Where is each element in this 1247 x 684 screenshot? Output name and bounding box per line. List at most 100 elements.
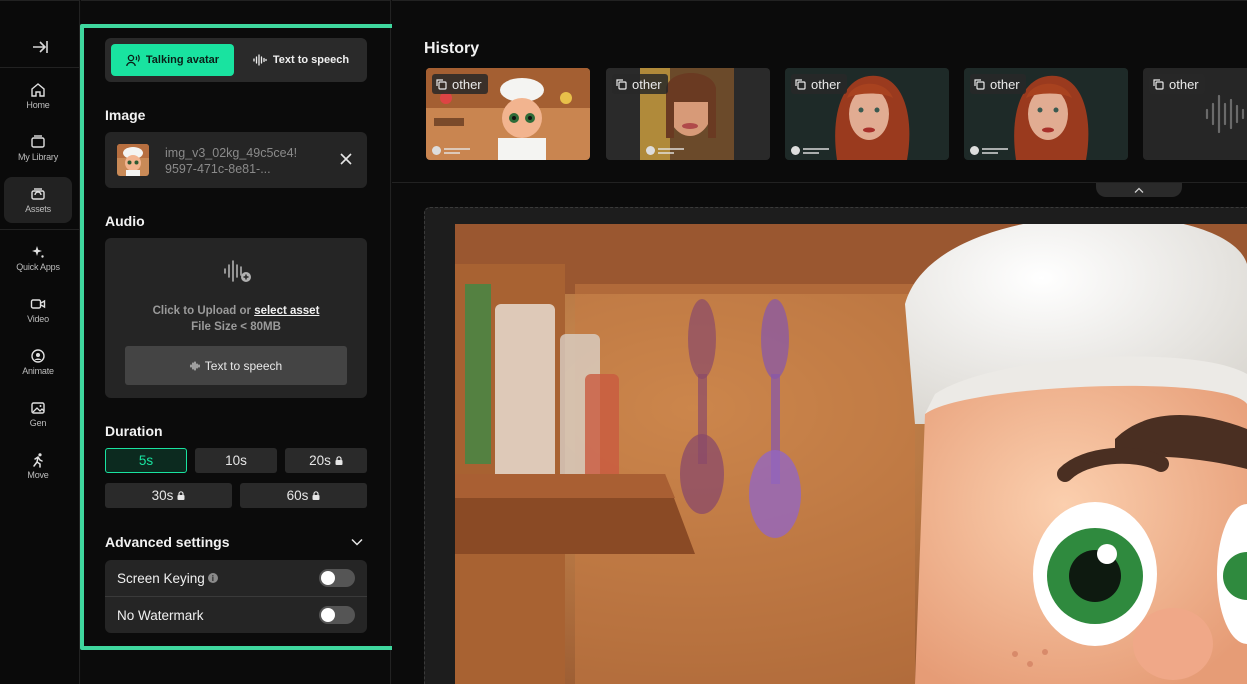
talking-avatar-icon [126,54,140,66]
no-watermark-row: No Watermark [105,597,367,633]
history-watermark [432,146,470,155]
nav-label: Assets [25,204,51,214]
nav-gen[interactable]: Gen [4,391,72,437]
nav-my-library[interactable]: My Library [4,125,72,171]
nav-label: Gen [29,418,47,428]
nav-label: Animate [22,366,54,376]
history-badge: other [612,74,668,94]
upload-prefix: Click to Upload or [152,305,255,317]
close-icon[interactable] [339,152,353,166]
copy-icon [795,78,806,90]
upload-instructions: Click to Upload or select asset File Siz… [105,303,367,335]
collapse-sidebar-button[interactable] [0,39,80,55]
nav-home[interactable]: Home [4,73,72,119]
nav-label: Move [27,470,49,480]
left-nav: Home My Library Assets Quick Apps Video … [0,0,80,684]
no-watermark-label: No Watermark [117,607,204,623]
history-item[interactable]: other [606,68,770,160]
history-item[interactable]: other [1143,68,1247,160]
sparkle-icon [32,246,44,258]
info-icon[interactable]: i [207,573,218,583]
run-icon [33,453,43,468]
screen-keying-toggle[interactable] [319,569,355,587]
preview-image [455,224,1247,684]
history-badge: other [970,74,1026,94]
file-size-hint: File Size < 80MB [191,321,281,333]
copy-icon [616,78,627,90]
image-icon [31,402,45,414]
history-item[interactable]: other [964,68,1128,160]
audio-section-title: Audio [105,213,145,229]
chevron-up-icon [1134,187,1144,193]
history-badge-label: other [990,76,1020,92]
lock-icon [312,491,320,500]
text-to-speech-button-label: Text to speech [204,358,283,373]
video-icon [30,299,46,309]
no-watermark-toggle[interactable] [319,606,355,624]
nav-assets[interactable]: Assets [4,177,72,223]
select-asset-link[interactable]: select asset [254,305,319,317]
duration-option-30s[interactable]: 30s [105,483,232,508]
animate-icon [31,349,45,363]
duration-option-10s[interactable]: 10s [195,448,277,473]
duration-option-60s[interactable]: 60s [240,483,367,508]
nav-quick-apps[interactable]: Quick Apps [4,235,72,281]
image-thumbnail [117,144,149,176]
talking-avatar-label: Talking avatar [145,54,220,66]
history-item[interactable]: other [426,68,590,160]
history-watermark [970,146,1008,155]
nav-move[interactable]: Move [4,443,72,489]
advanced-toggles: Screen Keying i No Watermark [105,560,367,633]
duration-label: 5s [138,453,154,468]
chevron-down-icon[interactable] [351,537,363,547]
history-badge-label: other [1169,76,1199,92]
history-badge: other [791,74,847,94]
image-file-card[interactable]: img_v3_02kg_49c5ce4! 9597-471c-8e81-... [105,132,367,188]
nav-video[interactable]: Video [4,287,72,333]
file-name-line2: 9597-471c-8e81-... [165,162,271,176]
screen-keying-label: Screen Keying [117,570,205,586]
duration-section-title: Duration [105,423,163,439]
text-to-speech-tab[interactable]: Text to speech [240,44,362,76]
collapse-arrow-icon [33,41,48,53]
history-badge-label: other [452,76,482,92]
home-icon [31,83,45,97]
text-to-speech-button[interactable]: Text to speech [125,346,347,385]
nav-label: My Library [17,152,58,162]
duration-option-5s[interactable]: 5s [105,448,187,473]
duration-option-20s[interactable]: 20s [285,448,367,473]
screen-keying-row: Screen Keying i [105,560,367,596]
history-badge-label: other [632,76,662,92]
collapse-history-button[interactable] [1096,183,1182,197]
nav-label: Home [26,100,50,110]
duration-label: 60s [286,488,309,503]
history-watermark [646,146,684,155]
nav-animate[interactable]: Animate [4,339,72,385]
history-badge: other [432,74,488,94]
file-name-line1: img_v3_02kg_49c5ce4! [165,146,298,160]
lock-icon [177,491,185,500]
nav-label: Quick Apps [16,262,60,272]
waveform-icon [253,54,267,66]
mode-switch: Talking avatar Text to speech [105,38,367,82]
audio-upload-area[interactable]: Click to Upload or select asset File Siz… [105,238,367,398]
history-badge-label: other [811,76,841,92]
duration-label: 20s [309,453,331,468]
copy-icon [436,78,447,90]
lock-icon [335,456,343,465]
history-item[interactable]: other [785,68,949,160]
history-badge: other [1149,74,1205,94]
history-watermark [791,146,829,155]
history-title: History [424,40,480,57]
duration-label: 30s [151,488,174,503]
copy-icon [1153,78,1164,90]
text-to-speech-tab-label: Text to speech [272,54,350,66]
image-section-title: Image [105,107,146,123]
assets-icon [31,188,45,200]
audio-upload-icon [224,260,251,282]
copy-icon [974,78,985,90]
talking-avatar-tab[interactable]: Talking avatar [111,44,234,76]
nav-label: Video [27,314,49,324]
waveform-icon [190,360,200,371]
advanced-settings-title[interactable]: Advanced settings [105,534,229,550]
